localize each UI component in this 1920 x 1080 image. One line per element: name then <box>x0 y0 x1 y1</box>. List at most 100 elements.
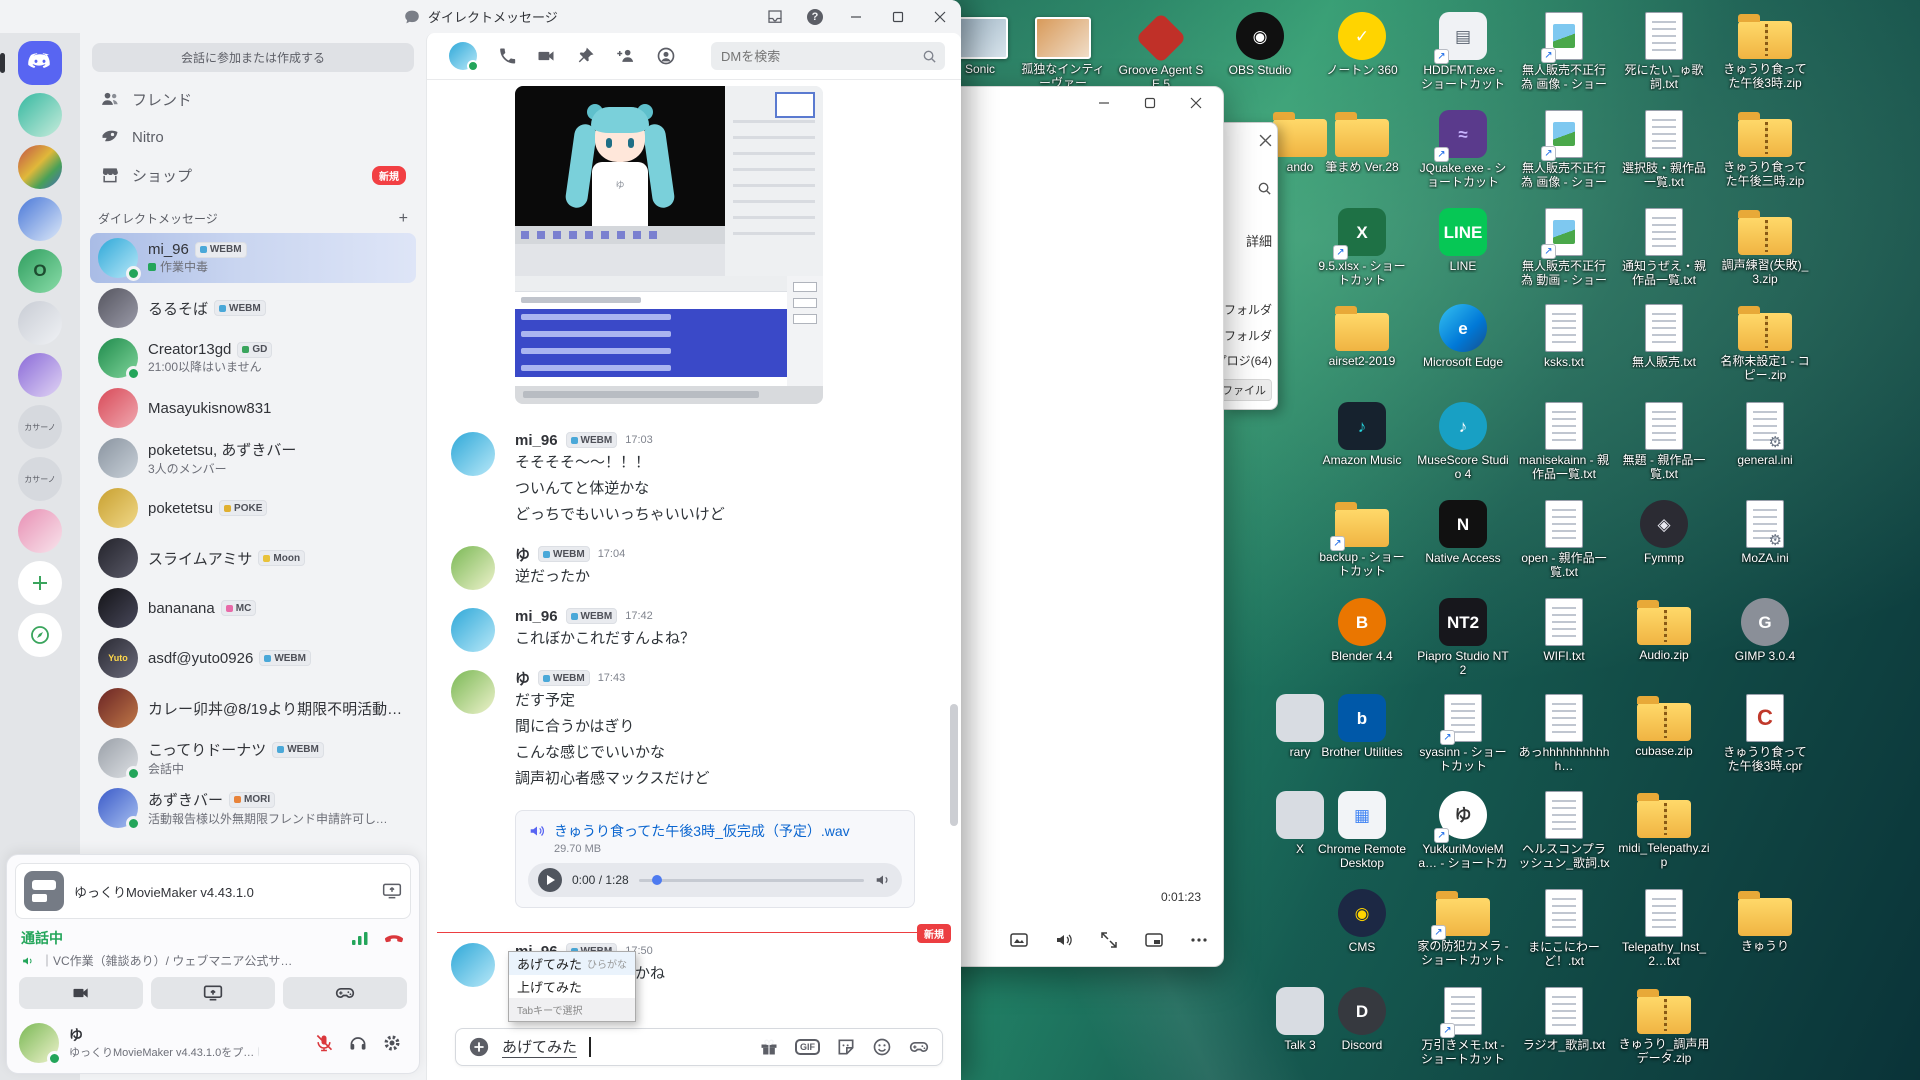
message-author[interactable]: mi_96 <box>515 432 558 449</box>
avatar[interactable] <box>451 670 495 714</box>
desktop-icon[interactable]: 無人販売不正行為 画像 - ショートカッ… <box>1518 12 1610 92</box>
audio-filename-link[interactable]: きゅうり食ってた午後3時_仮完成（予定）.wav <box>554 821 850 841</box>
sidebar-item-friends[interactable]: フレンド <box>90 80 416 118</box>
camera-button[interactable] <box>19 977 143 1009</box>
server-icon[interactable] <box>18 197 62 241</box>
screenshare-button[interactable] <box>151 977 275 1009</box>
ime-candidate[interactable]: 上げてみた <box>509 975 635 998</box>
desktop-icon[interactable]: 死にたい_ゅ歌詞.txt <box>1618 12 1710 91</box>
message-author[interactable]: mi_96 <box>515 608 558 625</box>
minimize-button[interactable] <box>1081 87 1127 119</box>
desktop-icon[interactable]: 無題 - 親作品一覧.txt <box>1618 402 1710 481</box>
search-input[interactable] <box>719 48 922 65</box>
create-dm-icon[interactable]: + <box>399 211 408 227</box>
desktop-icon[interactable]: backup - ショートカット <box>1316 500 1408 578</box>
server-icon[interactable]: O <box>18 249 62 293</box>
dm-item[interactable]: るるそば WEBM <box>90 283 416 333</box>
desktop-icon[interactable]: 通知うぜえ・親作品一覧.txt <box>1618 208 1710 287</box>
emoji-picker-icon[interactable] <box>872 1037 892 1057</box>
server-icon[interactable] <box>18 93 62 137</box>
desktop-icon[interactable]: きゅうり_調声用データ.zip <box>1618 987 1710 1065</box>
message-author[interactable]: ゆ <box>515 544 530 565</box>
desktop-icon[interactable]: manisekainn - 親作品一覧.txt <box>1518 402 1610 481</box>
inbox-icon[interactable] <box>755 0 795 33</box>
slideshow-icon[interactable] <box>1009 930 1029 950</box>
play-button[interactable] <box>538 868 562 892</box>
sidebar-item-nitro[interactable]: Nitro <box>90 118 416 156</box>
desktop-icon[interactable]: 名称未設定1 - コピー.zip <box>1719 304 1811 382</box>
desktop-icon[interactable]: NT2 Piapro Studio NT2 <box>1417 598 1509 677</box>
dm-item[interactable]: poketetsu POKE <box>90 483 416 533</box>
dialog-detail-button[interactable]: 詳細 <box>1246 231 1272 250</box>
headphones-icon[interactable] <box>343 1028 373 1058</box>
scrollbar-thumb[interactable] <box>950 704 958 826</box>
desktop-icon[interactable]: 無人販売不正行為 画像 - ショートカット <box>1518 110 1610 190</box>
desktop-icon[interactable]: あっhhhhhhhhhhh… <box>1518 694 1610 773</box>
desktop-icon[interactable]: ◉ CMS <box>1316 889 1408 954</box>
video-call-icon[interactable] <box>535 46 557 66</box>
dm-item[interactable]: Masayukisnow831 <box>90 383 416 433</box>
attachment-image[interactable] <box>515 86 823 404</box>
gift-icon[interactable] <box>759 1037 779 1057</box>
desktop-icon[interactable]: ♪ Amazon Music <box>1316 402 1408 467</box>
seek-bar[interactable] <box>639 879 864 882</box>
desktop-icon[interactable]: ◈ Fymmp <box>1618 500 1710 565</box>
desktop-icon[interactable]: syasinn - ショートカット <box>1417 694 1509 773</box>
desktop-icon[interactable]: 無人販売.txt <box>1618 304 1710 369</box>
desktop-icon[interactable]: まにこにわーど！.txt <box>1518 889 1610 968</box>
share-activity-icon[interactable] <box>382 881 402 901</box>
desktop-icon[interactable]: ゆ YukkuriMovieMa… - ショートカット <box>1417 791 1509 871</box>
pinned-messages-icon[interactable] <box>576 46 596 66</box>
start-conversation-button[interactable]: 会話に参加または作成する <box>92 43 414 72</box>
desktop-icon[interactable]: 筆まめ Ver.28 <box>1316 110 1408 174</box>
maximize-button[interactable] <box>1127 87 1173 119</box>
server-icon[interactable] <box>18 41 62 85</box>
desktop-icon[interactable]: Telepathy_Inst_2…txt <box>1618 889 1710 968</box>
avatar[interactable] <box>451 546 495 590</box>
server-icon[interactable] <box>18 613 62 657</box>
desktop-icon[interactable]: WIFI.txt <box>1518 598 1610 663</box>
avatar[interactable] <box>451 432 495 476</box>
voice-call-icon[interactable] <box>496 46 516 66</box>
desktop-icon[interactable]: ▤ HDDFMT.exe - ショートカット <box>1417 12 1509 91</box>
desktop-icon[interactable]: 万引きメモ.txt - ショートカット <box>1417 987 1509 1066</box>
desktop-icon[interactable]: 家の防犯カメラ - ショートカット <box>1417 889 1509 967</box>
desktop-icon[interactable]: LINE LINE <box>1417 208 1509 273</box>
server-icon[interactable]: カサーノ <box>18 405 62 449</box>
desktop-icon[interactable]: きゅうり食ってた午後三時.zip <box>1719 110 1811 188</box>
user-avatar[interactable] <box>19 1023 59 1063</box>
mini-player-icon[interactable] <box>1144 930 1164 950</box>
fullscreen-icon[interactable] <box>1099 930 1119 950</box>
desktop-icon[interactable]: cubase.zip <box>1618 694 1710 758</box>
desktop-icon[interactable]: きゅうり <box>1719 889 1811 953</box>
dialog-filetype-pill[interactable]: Vファイル <box>1224 379 1272 401</box>
dialog-search-icon[interactable] <box>1257 181 1272 196</box>
dm-item[interactable]: poketetsu, あずきバー 3人のメンバー <box>90 433 416 483</box>
volume-icon[interactable] <box>874 871 892 889</box>
desktop-icon[interactable]: ksks.txt <box>1518 304 1610 369</box>
server-icon[interactable] <box>18 561 62 605</box>
desktop-icon[interactable]: general.ini <box>1719 402 1811 467</box>
desktop-icon[interactable]: G GIMP 3.0.4 <box>1719 598 1811 663</box>
desktop-icon[interactable]: e Microsoft Edge <box>1417 304 1509 369</box>
minimize-button[interactable] <box>835 0 877 33</box>
server-icon[interactable] <box>18 509 62 553</box>
sticker-icon[interactable] <box>836 1037 856 1057</box>
voice-channel-name[interactable]: ｜VC作業（雑談あり）/ ウェブマニア公式サ… <box>41 952 292 969</box>
help-icon[interactable]: ? <box>795 0 835 33</box>
sidebar-item-shop[interactable]: ショップ 新規 <box>90 156 416 194</box>
dm-item[interactable]: こってりドーナツ WEBM 会話中 <box>90 733 416 783</box>
dm-item[interactable]: あずきバー MORI 活動報告様以外無期限フレンド申請許可して… <box>90 783 416 833</box>
message-input[interactable]: あげてみた GIF <box>455 1028 943 1066</box>
desktop-icon[interactable]: 孤独なインティーヴァー <box>1017 12 1109 90</box>
desktop-icon[interactable]: B Blender 4.4 <box>1316 598 1408 663</box>
dm-item[interactable]: Yuto asdf@yuto0926 WEBM <box>90 633 416 683</box>
desktop-icon[interactable]: 選択肢・親作品一覧.txt <box>1618 110 1710 189</box>
desktop-icon[interactable]: midi_Telepathy.zip <box>1618 791 1710 869</box>
avatar[interactable] <box>451 608 495 652</box>
server-icon[interactable]: カサーノ <box>18 457 62 501</box>
settings-gear-icon[interactable] <box>377 1028 407 1058</box>
game-controller-icon[interactable] <box>908 1037 930 1057</box>
desktop-icon[interactable]: きゅうり食ってた午後3時.zip <box>1719 12 1811 90</box>
dm-item[interactable]: Creator13gd GD 21:00以降はいません <box>90 333 416 383</box>
